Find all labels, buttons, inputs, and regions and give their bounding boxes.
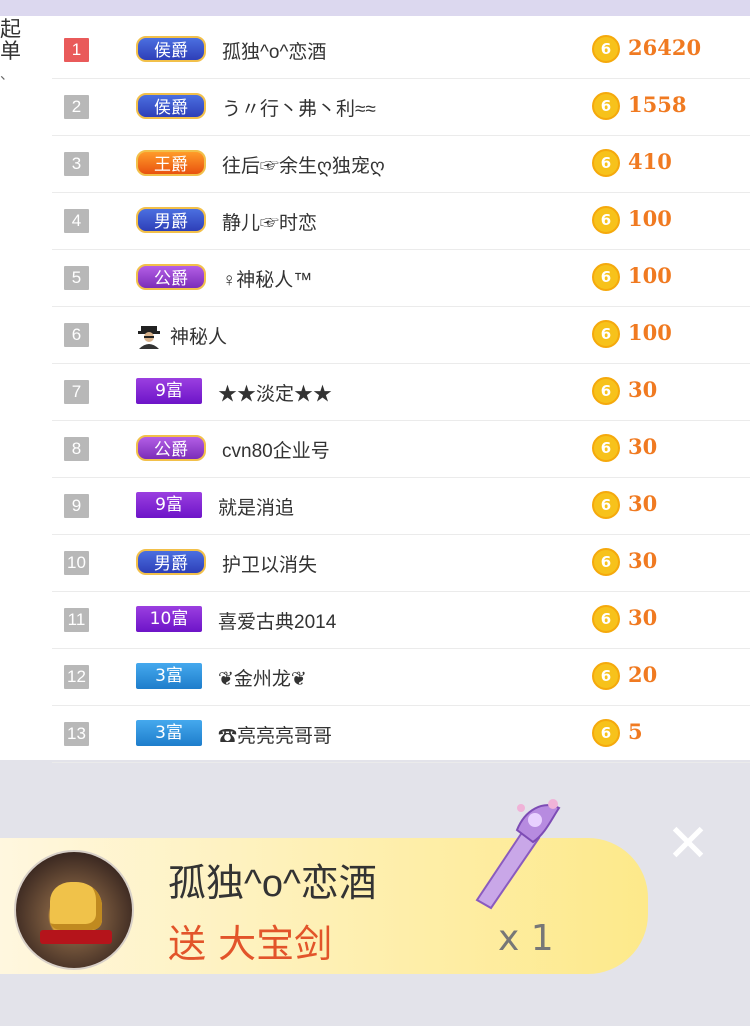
coin-icon: 6: [592, 719, 620, 747]
ranking-row[interactable]: 6 神秘人 6 100: [52, 307, 750, 364]
gift-amount: 30: [628, 605, 658, 630]
user-name[interactable]: 往后☞余生ღ独宠ღ: [222, 151, 385, 178]
user-name[interactable]: 孤独^o^恋酒: [222, 37, 326, 64]
gift-amount: 20: [628, 662, 658, 687]
gift-sender-name: 孤独^o^恋酒: [168, 863, 377, 905]
gift-amount: 30: [628, 548, 658, 573]
coin-icon: 6: [592, 320, 620, 348]
coin-icon: 6: [592, 263, 620, 291]
mystery-person-icon: [138, 326, 160, 349]
user-name[interactable]: 就是消追: [218, 493, 294, 520]
rank-number: 9: [64, 494, 89, 518]
gift-amount: 100: [628, 206, 672, 231]
level-badge: 男爵: [136, 207, 206, 233]
level-badge: 王爵: [136, 150, 206, 176]
user-name[interactable]: ❦金州龙❦: [218, 664, 307, 691]
coin-icon: 6: [592, 377, 620, 405]
user-name[interactable]: ☎亮亮亮哥哥: [218, 721, 332, 748]
ranking-row[interactable]: 1 侯爵 孤独^o^恋酒 6 26420: [52, 22, 750, 79]
level-badge: 侯爵: [136, 36, 206, 62]
gift-count: x 1: [498, 918, 554, 959]
gift-amount: 410: [628, 149, 672, 174]
top-strip: [0, 0, 750, 16]
ranking-row[interactable]: 4 男爵 静儿☞时恋 6 100: [52, 193, 750, 250]
level-badge: 3富: [136, 720, 202, 746]
ranking-list: 1 侯爵 孤独^o^恋酒 6 26420 2 侯爵 う〃行丶弗丶利≈≈ 6 1558 3 王爵 往后☞余…: [52, 22, 750, 763]
level-badge: 公爵: [136, 264, 206, 290]
close-icon[interactable]: ✕: [664, 818, 712, 870]
side-tab-clipped[interactable]: 起单、: [0, 18, 36, 86]
rank-number: 6: [64, 323, 89, 347]
coin-icon: 6: [592, 491, 620, 519]
coin-icon: 6: [592, 35, 620, 63]
gift-amount: 30: [628, 434, 658, 459]
sender-avatar[interactable]: [14, 850, 134, 970]
ranking-row[interactable]: 12 3富 ❦金州龙❦ 6 20: [52, 649, 750, 706]
level-badge: 9富: [136, 492, 202, 518]
avatar-lion-figure: [50, 882, 102, 930]
user-name[interactable]: ★★淡定★★: [218, 379, 332, 406]
coin-icon: 6: [592, 605, 620, 633]
ranking-row[interactable]: 2 侯爵 う〃行丶弗丶利≈≈ 6 1558: [52, 79, 750, 136]
gift-amount: 100: [628, 263, 672, 288]
gift-amount: 5: [628, 719, 643, 744]
user-name[interactable]: 静儿☞时恋: [222, 208, 317, 235]
level-badge: 侯爵: [136, 93, 206, 119]
user-name[interactable]: ♀神秘人™: [222, 265, 312, 292]
user-name[interactable]: 神秘人: [170, 322, 227, 349]
level-badge: 3富: [136, 663, 202, 689]
rank-number: 4: [64, 209, 89, 233]
rank-number: 12: [64, 665, 89, 689]
ranking-row[interactable]: 11 10富 喜爱古典2014 6 30: [52, 592, 750, 649]
rank-number: 7: [64, 380, 89, 404]
coin-icon: 6: [592, 92, 620, 120]
gift-action-text: 送 大宝剑: [168, 922, 333, 966]
ranking-row[interactable]: 7 9富 ★★淡定★★ 6 30: [52, 364, 750, 421]
rank-number: 1: [64, 38, 89, 62]
user-name[interactable]: 喜爱古典2014: [218, 607, 336, 634]
level-badge: 男爵: [136, 549, 206, 575]
coin-icon: 6: [592, 662, 620, 690]
gift-amount: 30: [628, 377, 658, 402]
user-name[interactable]: 护卫以消失: [222, 550, 317, 577]
gift-amount: 26420: [628, 35, 702, 60]
ranking-row[interactable]: 10 男爵 护卫以消失 6 30: [52, 535, 750, 592]
ranking-row[interactable]: 13 3富 ☎亮亮亮哥哥 6 5: [52, 706, 750, 763]
avatar-lion-base: [40, 930, 112, 944]
gift-amount: 30: [628, 491, 658, 516]
rank-number: 10: [64, 551, 89, 575]
coin-icon: 6: [592, 206, 620, 234]
coin-icon: 6: [592, 149, 620, 177]
side-tab-tick: 、: [0, 67, 14, 83]
user-name[interactable]: cvn80企业号: [222, 436, 330, 463]
rank-number: 13: [64, 722, 89, 746]
rank-number: 2: [64, 95, 89, 119]
gift-amount: 100: [628, 320, 672, 345]
coin-icon: 6: [592, 548, 620, 576]
rank-number: 3: [64, 152, 89, 176]
ranking-row[interactable]: 8 公爵 cvn80企业号 6 30: [52, 421, 750, 478]
rank-number: 5: [64, 266, 89, 290]
rank-number: 11: [64, 608, 89, 632]
side-tab-text-2: 单: [0, 39, 21, 63]
user-name[interactable]: う〃行丶弗丶利≈≈: [222, 94, 376, 121]
level-badge: 10富: [136, 606, 202, 632]
level-badge: 公爵: [136, 435, 206, 461]
level-badge: 9富: [136, 378, 202, 404]
ranking-row[interactable]: 9 9富 就是消追 6 30: [52, 478, 750, 535]
sword-gift-icon: [475, 799, 561, 910]
coin-icon: 6: [592, 434, 620, 462]
side-tab-text-1: 起: [0, 17, 21, 41]
gift-amount: 1558: [628, 92, 687, 117]
ranking-row[interactable]: 5 公爵 ♀神秘人™ 6 100: [52, 250, 750, 307]
ranking-row[interactable]: 3 王爵 往后☞余生ღ独宠ღ 6 410: [52, 136, 750, 193]
rank-number: 8: [64, 437, 89, 461]
